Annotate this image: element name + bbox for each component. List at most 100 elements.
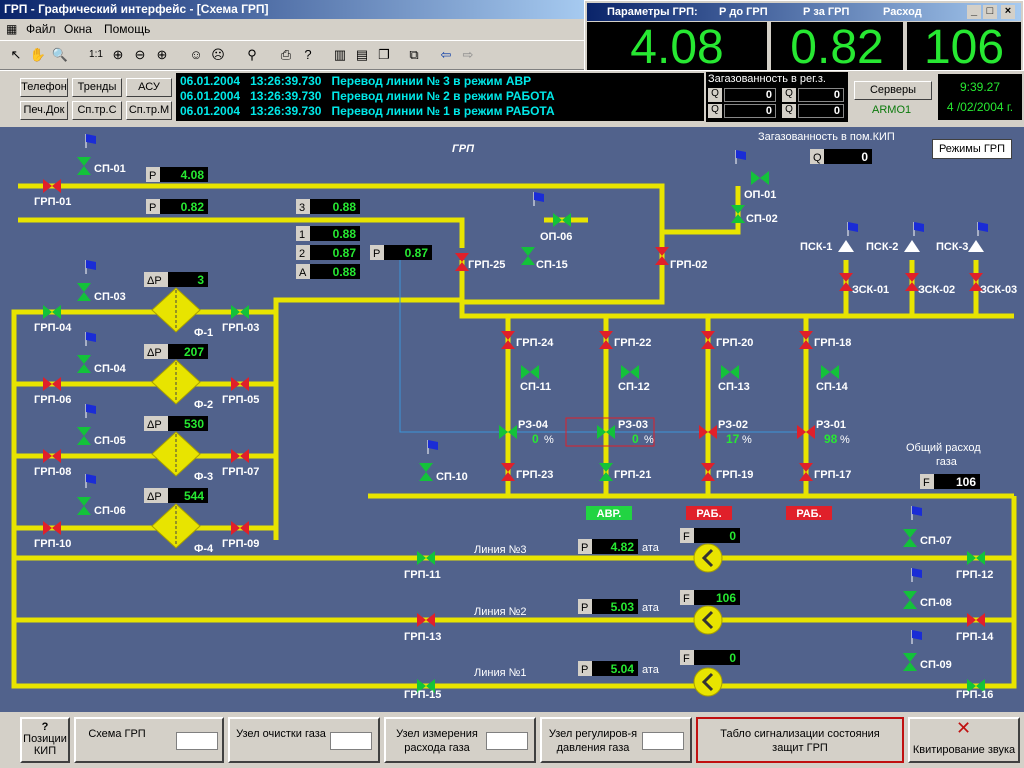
- psk1-valve[interactable]: [838, 240, 854, 252]
- grp10-valve[interactable]: [43, 521, 61, 535]
- alarm-board-button[interactable]: Табло сигнализации состояния защит ГРП: [696, 717, 904, 763]
- grp25-valve[interactable]: [455, 253, 469, 271]
- menu-file[interactable]: Файл: [26, 22, 56, 36]
- sp09-valve[interactable]: [903, 653, 917, 671]
- user-x-icon[interactable]: ☹: [208, 45, 228, 65]
- line1-meter-icon[interactable]: [693, 667, 723, 697]
- grp02-valve[interactable]: [655, 247, 669, 265]
- filter-2[interactable]: [151, 359, 201, 405]
- psk3-valve[interactable]: [968, 240, 984, 252]
- sp12-valve[interactable]: [621, 365, 639, 379]
- op01-label: ОП-01: [744, 189, 776, 201]
- sp02-valve[interactable]: [731, 205, 745, 223]
- grp24-valve[interactable]: [501, 331, 515, 349]
- trends-button[interactable]: Тренды: [72, 78, 122, 97]
- sp14-valve[interactable]: [821, 365, 839, 379]
- zsk01-valve[interactable]: [839, 273, 853, 291]
- sp10-valve[interactable]: [419, 463, 433, 481]
- cascade-icon[interactable]: ❐: [374, 45, 394, 65]
- grp22-valve[interactable]: [599, 331, 613, 349]
- grp18-valve[interactable]: [799, 331, 813, 349]
- menu-windows[interactable]: Окна: [64, 22, 92, 36]
- window-icon[interactable]: ⧉: [404, 45, 424, 65]
- line3-meter-icon[interactable]: [693, 543, 723, 573]
- grp17-valve[interactable]: [799, 463, 813, 481]
- user-icon[interactable]: ☺: [186, 45, 206, 65]
- sp15-valve[interactable]: [521, 247, 535, 265]
- psk1-label: ПСК-1: [800, 241, 832, 253]
- zoom-out-icon[interactable]: ⊖: [130, 45, 150, 65]
- sptrm-button[interactable]: Сп.тр.М: [126, 101, 172, 120]
- binoculars-icon[interactable]: ⚲: [242, 45, 262, 65]
- grp04-valve[interactable]: [43, 305, 61, 319]
- grp11-label: ГРП-11: [404, 569, 441, 581]
- sp13-label: СП-13: [718, 381, 750, 393]
- grp03-valve[interactable]: [231, 305, 249, 319]
- grp07-valve[interactable]: [231, 449, 249, 463]
- acknowledge-sound-button[interactable]: ✕ Квитирование звука: [908, 717, 1020, 763]
- asu-button[interactable]: АСУ: [126, 78, 172, 97]
- grp13-valve[interactable]: [417, 613, 435, 627]
- minimize-button[interactable]: _: [967, 5, 981, 19]
- menu-help[interactable]: Помощь: [104, 22, 150, 36]
- line2-meter-icon[interactable]: [693, 605, 723, 635]
- line1-flow: F0: [680, 650, 740, 665]
- zoom-in-icon[interactable]: ⊕: [152, 45, 172, 65]
- kip-positions-button[interactable]: ? Позиции КИП: [20, 717, 70, 763]
- psk2-valve[interactable]: [904, 240, 920, 252]
- back-arrow-icon[interactable]: ⇦: [436, 45, 456, 65]
- sp07-valve[interactable]: [903, 529, 917, 547]
- phone-button[interactable]: Телефон: [20, 78, 68, 97]
- pointer-icon[interactable]: ↖: [6, 45, 26, 65]
- hand-icon[interactable]: ✋: [28, 45, 48, 65]
- sp11-valve[interactable]: [521, 365, 539, 379]
- grp09-valve[interactable]: [231, 521, 249, 535]
- sp01-valve[interactable]: [77, 157, 91, 175]
- filter-4[interactable]: [151, 503, 201, 549]
- help-icon[interactable]: ?: [298, 45, 318, 65]
- sp04-valve[interactable]: [77, 355, 91, 373]
- event-time: 13:26:39.730: [250, 104, 322, 118]
- grp-modes-button[interactable]: Режимы ГРП: [932, 139, 1012, 159]
- print-doc-button[interactable]: Печ.Док: [20, 101, 68, 120]
- grp20-valve[interactable]: [701, 331, 715, 349]
- op01-valve[interactable]: [751, 171, 769, 185]
- servers-button[interactable]: Серверы: [854, 81, 932, 100]
- p2-box: 2 0.87: [296, 245, 360, 260]
- grp14-valve[interactable]: [967, 613, 985, 627]
- sp03-valve[interactable]: [77, 283, 91, 301]
- grp19-valve[interactable]: [701, 463, 715, 481]
- op06-valve[interactable]: [553, 213, 571, 227]
- tile-horizontal-icon[interactable]: ▤: [352, 45, 372, 65]
- grp21-valve[interactable]: [599, 463, 613, 481]
- grp19-label: ГРП-19: [716, 469, 753, 481]
- tile-vertical-icon[interactable]: ▥: [330, 45, 350, 65]
- zoom-fit-icon[interactable]: ⊕: [108, 45, 128, 65]
- grp12-valve[interactable]: [967, 551, 985, 565]
- sp05-valve[interactable]: [77, 427, 91, 445]
- grp11-valve[interactable]: [417, 551, 435, 565]
- event-date: 06.01.2004: [180, 89, 241, 103]
- forward-arrow-icon[interactable]: ⇨: [458, 45, 478, 65]
- sp06-valve[interactable]: [77, 497, 91, 515]
- print-icon[interactable]: ⎙: [276, 45, 296, 65]
- app-icon[interactable]: ▦: [6, 22, 17, 36]
- sptrc-button[interactable]: Сп.тр.С: [72, 101, 122, 120]
- zsk03-label: ЗСК-03: [980, 284, 1017, 296]
- grp04-label: ГРП-04: [34, 322, 72, 334]
- grp06-valve[interactable]: [43, 377, 61, 391]
- grp23-valve[interactable]: [501, 463, 515, 481]
- filter-1[interactable]: [151, 287, 201, 333]
- grp01-valve[interactable]: [43, 179, 61, 193]
- sp08-valve[interactable]: [903, 591, 917, 609]
- sp13-valve[interactable]: [721, 365, 739, 379]
- magnifier-icon[interactable]: 🔍: [50, 45, 70, 65]
- maximize-button[interactable]: □: [983, 5, 997, 19]
- close-button[interactable]: ×: [1001, 5, 1015, 19]
- svg-text:ΔP: ΔP: [147, 491, 162, 503]
- zsk02-valve[interactable]: [905, 273, 919, 291]
- grp08-valve[interactable]: [43, 449, 61, 463]
- zoom-1to1-icon[interactable]: 1:1: [86, 45, 106, 65]
- filter-3[interactable]: [151, 431, 201, 477]
- grp05-valve[interactable]: [231, 377, 249, 391]
